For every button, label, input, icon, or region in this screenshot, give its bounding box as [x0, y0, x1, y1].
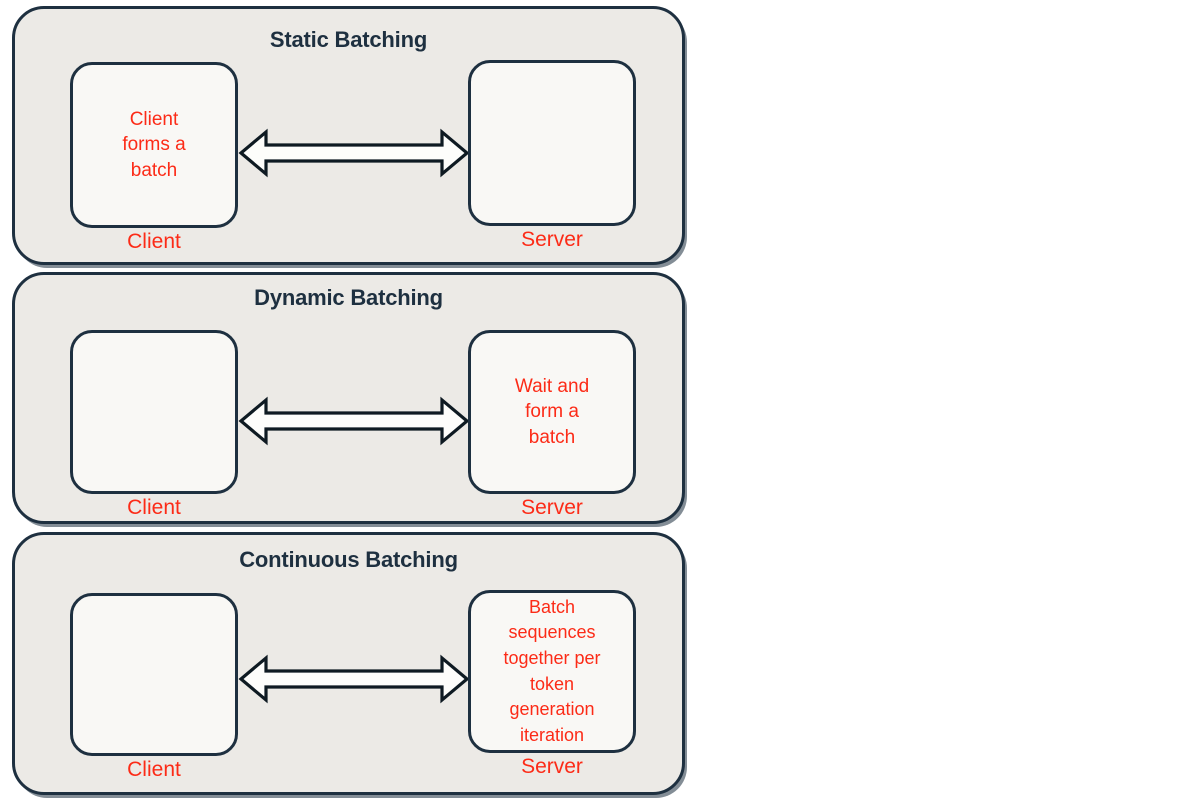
client-caption: Client: [127, 758, 181, 781]
client-node: Client forms a batch Client: [70, 62, 238, 254]
server-box: Wait and form a batch: [468, 330, 636, 494]
panel-title: Static Batching: [269, 27, 428, 52]
server-node: Wait and form a batch Server: [468, 330, 636, 520]
bidirectional-arrow: [238, 653, 470, 705]
client-box: Client forms a batch: [70, 62, 238, 228]
panel-title: Dynamic Batching: [254, 285, 443, 310]
server-box-text: Wait and form a batch: [514, 376, 590, 448]
client-caption: Client: [127, 496, 181, 519]
server-caption: Server: [521, 755, 583, 778]
bidirectional-arrow: [238, 395, 470, 447]
panel-title: Continuous Batching: [239, 547, 458, 572]
bidirectional-arrow-icon: [238, 128, 470, 178]
server-box: Batch sequences together per token gener…: [468, 590, 636, 753]
bidirectional-arrow-icon: [238, 654, 470, 704]
client-node: Client: [70, 330, 238, 520]
client-box: [70, 330, 238, 494]
server-caption: Server: [521, 228, 583, 251]
panel-dynamic-batching: Dynamic Batching Client Wait and form a …: [12, 272, 685, 524]
server-box: [468, 60, 636, 226]
server-node: Server: [468, 60, 636, 252]
client-caption: Client: [127, 230, 181, 253]
bidirectional-arrow-icon: [238, 396, 470, 446]
bidirectional-arrow: [238, 127, 470, 179]
server-caption: Server: [521, 496, 583, 519]
client-box: [70, 593, 238, 756]
batching-strategies-diagram: Static Batching Client forms a batch Cli…: [0, 0, 1200, 804]
panel-static-batching: Static Batching Client forms a batch Cli…: [12, 6, 685, 265]
server-box-text: Batch sequences together per token gener…: [503, 596, 601, 745]
server-node: Batch sequences together per token gener…: [468, 590, 636, 779]
client-node: Client: [70, 593, 238, 782]
panel-continuous-batching: Continuous Batching Client Batch sequenc…: [12, 532, 685, 795]
client-box-text: Client forms a batch: [122, 109, 186, 181]
